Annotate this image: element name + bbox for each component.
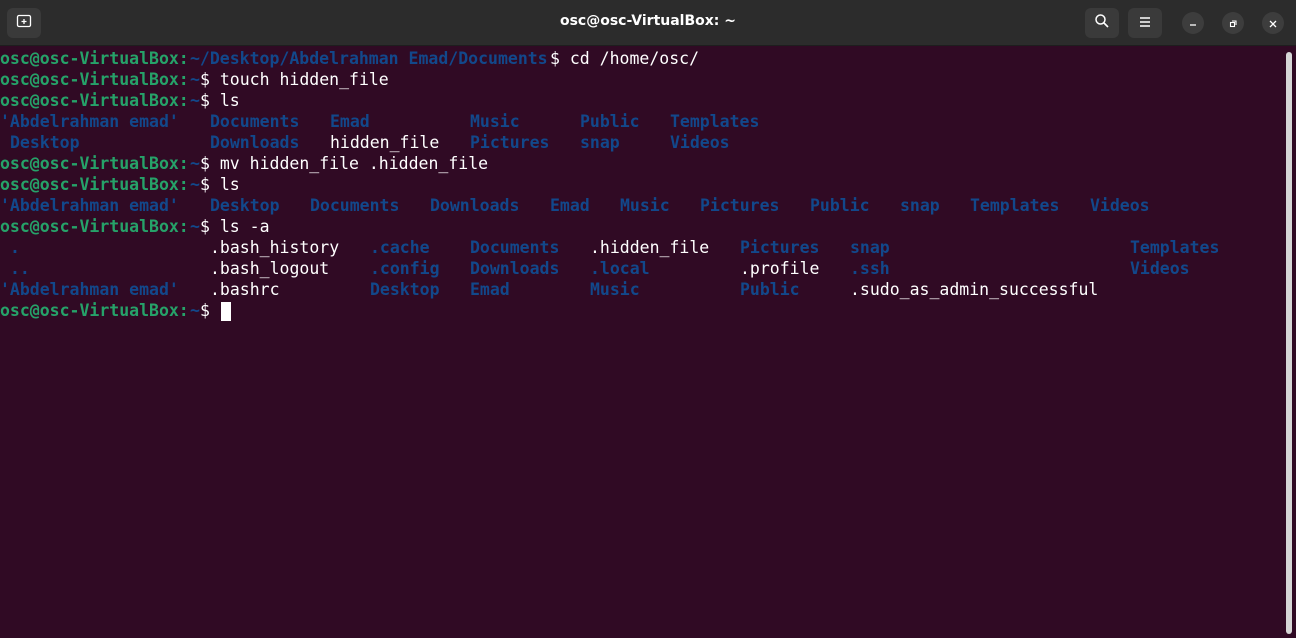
directory-entry: Templates [670,112,760,131]
command-text: $ [200,301,220,320]
minimize-button[interactable] [1182,12,1204,34]
prompt-path: ~ [190,154,200,173]
search-button[interactable] [1085,8,1119,38]
directory-entry: Public [740,280,800,299]
prompt-user-host: osc@osc-VirtualBox: [0,70,189,89]
prompt-path: ~ [190,175,200,194]
directory-entry: 'Abdelrahman emad' [0,196,179,215]
directory-entry: snap [580,133,620,152]
command-text: $ ls -a [200,217,270,236]
directory-entry: snap [850,238,890,257]
command-text: $ cd /home/osc/ [550,49,700,68]
prompt-path: ~ [190,91,200,110]
minimize-icon [1188,14,1198,33]
directory-entry: .. [10,259,30,278]
directory-entry: Pictures [700,196,780,215]
directory-entry: Music [590,280,640,299]
close-button[interactable] [1262,12,1284,34]
maximize-icon [1228,14,1238,33]
terminal-output[interactable]: osc@osc-VirtualBox: ~/Desktop/Abdelrahman… [0,46,1284,638]
title-bar: osc@osc-VirtualBox: ~ [0,0,1296,46]
directory-entry: Music [620,196,670,215]
directory-entry: Emad [470,280,510,299]
directory-entry: Emad [550,196,590,215]
file-entry: hidden_file [330,133,440,152]
directory-entry: Videos [670,133,730,152]
directory-entry: Documents [310,196,400,215]
directory-entry: 'Abdelrahman emad' [0,280,179,299]
close-icon [1268,14,1278,33]
directory-entry: Pictures [470,133,550,152]
directory-entry: .ssh [850,259,890,278]
file-entry: .bashrc [210,280,280,299]
directory-entry: Downloads [430,196,520,215]
directory-entry: Templates [1130,238,1220,257]
file-entry: .bash_logout [210,259,330,278]
command-text: $ touch hidden_file [200,70,389,89]
directory-entry: Downloads [470,259,560,278]
command-text: $ mv hidden_file .hidden_file [200,154,489,173]
directory-entry: Documents [470,238,560,257]
directory-entry: Downloads [210,133,300,152]
directory-entry: Music [470,112,520,131]
directory-entry: snap [900,196,940,215]
prompt-path: ~ [190,217,200,236]
prompt-user-host: osc@osc-VirtualBox: [0,154,189,173]
directory-entry: Documents [210,112,300,131]
scrollbar[interactable] [1286,52,1292,634]
maximize-button[interactable] [1222,12,1244,34]
directory-entry: Desktop [210,196,280,215]
prompt-path: ~ [190,301,200,320]
menu-button[interactable] [1128,8,1162,38]
prompt-user-host: osc@osc-VirtualBox: [0,301,189,320]
directory-entry: Desktop [370,280,440,299]
prompt-user-host: osc@osc-VirtualBox: [0,175,189,194]
command-text: $ ls [200,91,240,110]
hamburger-menu-icon [1138,14,1152,33]
prompt-user-host: osc@osc-VirtualBox: [0,217,189,236]
file-entry: .bash_history [210,238,340,257]
prompt-user-host: osc@osc-VirtualBox: [0,91,189,110]
directory-entry: Pictures [740,238,820,257]
prompt-path: ~ [190,70,200,89]
directory-entry: Desktop [10,133,80,152]
directory-entry: Templates [970,196,1060,215]
directory-entry: Videos [1090,196,1150,215]
directory-entry: .cache [370,238,430,257]
command-text: $ ls [200,175,240,194]
text-cursor [221,302,231,321]
file-entry: .sudo_as_admin_successful [850,280,1099,299]
directory-entry: 'Abdelrahman emad' [0,112,179,131]
directory-entry: Public [580,112,640,131]
directory-entry: Emad [330,112,370,131]
directory-entry: . [10,238,20,257]
search-icon [1094,13,1110,33]
directory-entry: .config [370,259,440,278]
prompt-path: ~/Desktop/Abdelrahman Emad/Documents [190,49,548,68]
directory-entry: Public [810,196,870,215]
file-entry: .profile [740,259,820,278]
file-entry: .hidden_file [590,238,710,257]
prompt-user-host: osc@osc-VirtualBox: [0,49,189,68]
directory-entry: .local [590,259,650,278]
directory-entry: Videos [1130,259,1190,278]
